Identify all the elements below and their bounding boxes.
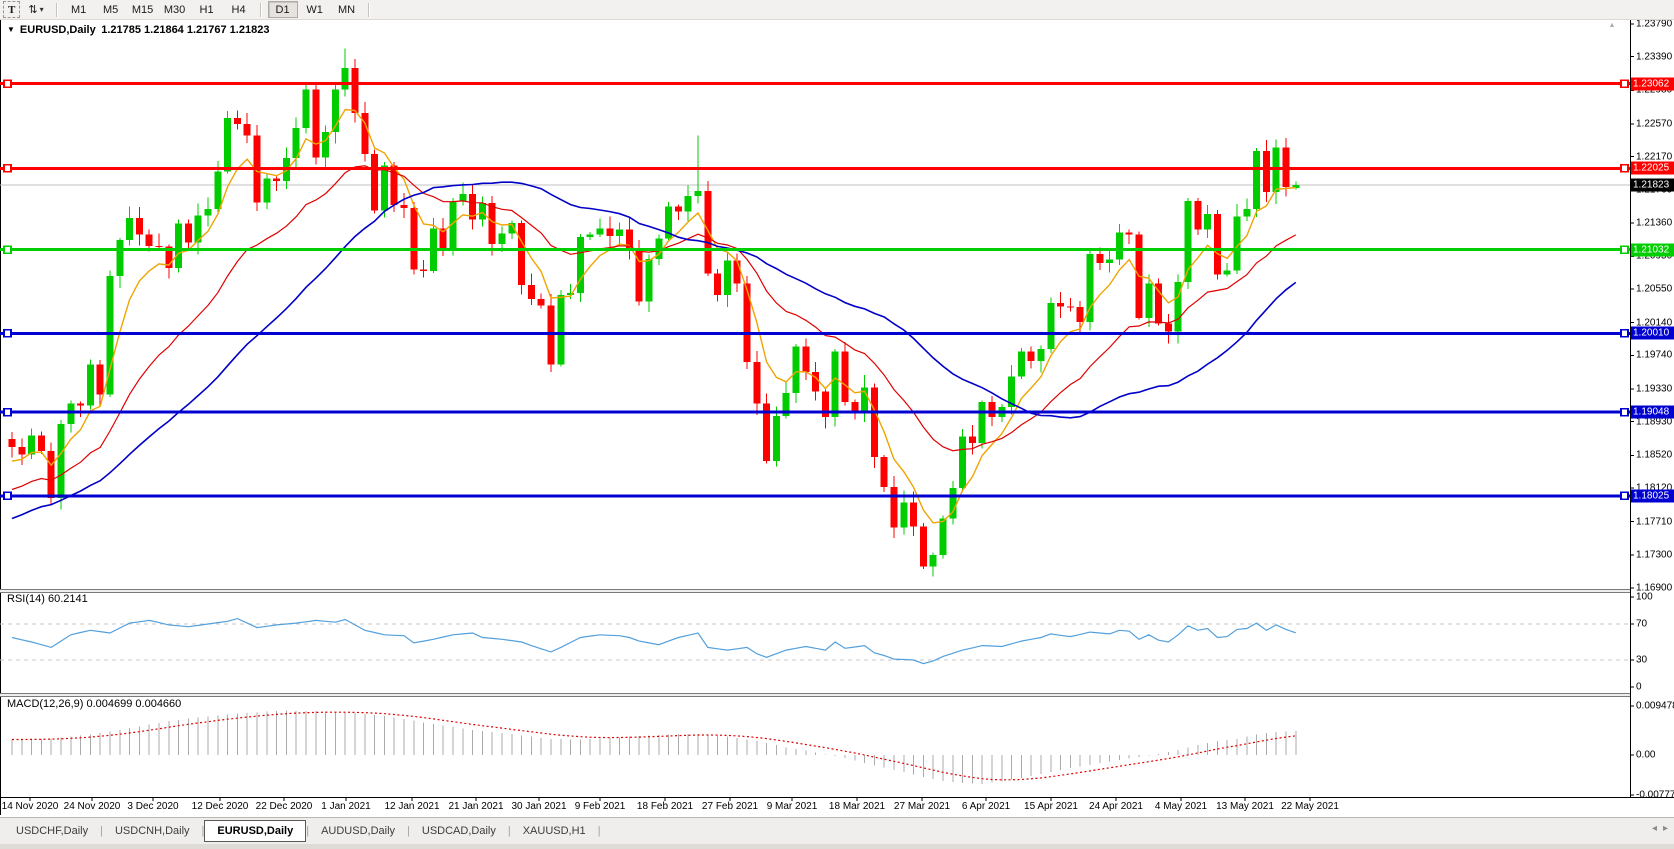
- symbol-ohlc-text: EURUSD,Daily 1.21785 1.21864 1.21767 1.2…: [20, 24, 270, 36]
- date-tick-label: 18 Feb 2021: [637, 801, 693, 812]
- hline-price-label: 1.22025: [1631, 162, 1674, 175]
- rsi-tick-label: 30: [1636, 655, 1647, 666]
- date-tick-label: 9 Feb 2021: [575, 801, 626, 812]
- hline-price-label: 1.23062: [1631, 77, 1674, 90]
- timeframe-button-mn[interactable]: MN: [332, 1, 362, 18]
- current-price-label: 1.21823: [1631, 179, 1674, 192]
- hline-price-label: 1.20010: [1631, 327, 1674, 340]
- macd-tick-label: 0.009478: [1636, 701, 1674, 712]
- date-tick-label: 22 May 2021: [1281, 801, 1339, 812]
- toolbar-separator: [56, 3, 58, 17]
- macd-label: MACD(12,26,9) 0.004699 0.004660: [7, 698, 181, 710]
- horizontal-line-handle: [4, 80, 11, 87]
- horizontal-line-handle: [1621, 330, 1628, 337]
- tab-scroll-left-icon[interactable]: ◂: [1652, 823, 1657, 834]
- date-tick-label: 12 Dec 2020: [192, 801, 249, 812]
- top-toolbar: T ⇅ ▾ M1M5M15M30H1H4 D1W1MN: [0, 0, 1674, 20]
- date-tick-label: 4 May 2021: [1155, 801, 1207, 812]
- date-tick-label: 12 Jan 2021: [384, 801, 439, 812]
- price-tick-label: 1.20550: [1636, 284, 1672, 295]
- date-tick-label: 27 Feb 2021: [702, 801, 758, 812]
- date-tick-label: 21 Jan 2021: [448, 801, 503, 812]
- date-tick-label: 22 Dec 2020: [256, 801, 313, 812]
- chart-title: ▼ EURUSD,Daily 1.21785 1.21864 1.21767 1.…: [7, 24, 269, 36]
- timeframe-button-w1[interactable]: W1: [300, 1, 330, 18]
- mt4-terminal: T ⇅ ▾ M1M5M15M30H1H4 D1W1MN ▼ EURUSD,Daily…: [0, 0, 1674, 849]
- timeframe-toolbar: M1M5M15M30H1H4 D1W1MN: [63, 1, 375, 18]
- horizontal-line-handle: [1621, 492, 1628, 499]
- price-tick-label: 1.17710: [1636, 516, 1672, 527]
- date-tick-label: 24 Apr 2021: [1089, 801, 1143, 812]
- date-tick-label: 6 Apr 2021: [962, 801, 1010, 812]
- price-tick-label: 1.23790: [1636, 19, 1672, 30]
- horizontal-line-handle: [4, 165, 11, 172]
- timeframe-button-d1[interactable]: D1: [268, 1, 298, 18]
- timeframe-button-m30[interactable]: M30: [160, 1, 190, 18]
- scroll-up-icon[interactable]: ▴: [1610, 20, 1614, 29]
- horizontal-line-handle: [1621, 246, 1628, 253]
- toolbar-separator: [368, 3, 370, 17]
- chart-tab-usdcad[interactable]: USDCAD,Daily: [410, 821, 508, 841]
- tab-scroll-right-icon[interactable]: ▸: [1663, 823, 1668, 834]
- date-tick-label: 3 Dec 2020: [127, 801, 178, 812]
- horizontal-line-handle: [1621, 409, 1628, 416]
- date-tick-label: 30 Jan 2021: [511, 801, 566, 812]
- price-tick-label: 1.21360: [1636, 217, 1672, 228]
- horizontal-line-handle: [4, 409, 11, 416]
- date-tick-label: 1 Jan 2021: [321, 801, 371, 812]
- date-tick-label: 14 Nov 2020: [2, 801, 59, 812]
- timeframe-button-m5[interactable]: M5: [96, 1, 126, 18]
- timeframe-button-h1[interactable]: H1: [192, 1, 222, 18]
- price-tick-label: 1.23390: [1636, 51, 1672, 62]
- rsi-label: RSI(14) 60.2141: [7, 593, 88, 605]
- chevron-down-icon: ▾: [40, 5, 44, 14]
- horizontal-line-handle: [4, 492, 11, 499]
- horizontal-line-handle: [4, 246, 11, 253]
- chart-tab-usdchf[interactable]: USDCHF,Daily: [4, 821, 100, 841]
- hline-price-label: 1.19048: [1631, 406, 1674, 419]
- text-tool-button[interactable]: T: [3, 1, 20, 18]
- macd-tick-label: -0.007778: [1636, 790, 1674, 801]
- hline-price-label: 1.21032: [1631, 243, 1674, 256]
- cursor-mode-button[interactable]: ⇅ ▾: [22, 1, 49, 18]
- chart-tab-eurusd[interactable]: EURUSD,Daily: [204, 820, 306, 842]
- chart-tab-bar: USDCHF,Daily|USDCNH,Daily|EURUSD,Daily|A…: [0, 817, 1674, 844]
- timeframe-button-m15[interactable]: M15: [128, 1, 158, 18]
- price-tick-label: 1.18520: [1636, 450, 1672, 461]
- date-tick-label: 9 Mar 2021: [767, 801, 818, 812]
- horizontal-line-handle: [1621, 80, 1628, 87]
- tab-separator: |: [598, 825, 601, 837]
- price-tick-label: 1.19330: [1636, 384, 1672, 395]
- chart-tab-audusd[interactable]: AUDUSD,Daily: [309, 821, 407, 841]
- rsi-tick-label: 0: [1636, 682, 1642, 693]
- price-tick-label: 1.17300: [1636, 550, 1672, 561]
- timeframe-button-m1[interactable]: M1: [64, 1, 94, 18]
- price-tick-label: 1.22170: [1636, 151, 1672, 162]
- macd-tick-label: 0.00: [1636, 750, 1655, 761]
- rsi-tick-label: 100: [1636, 592, 1653, 603]
- chart-menu-arrow-icon[interactable]: ▼: [7, 25, 15, 34]
- date-tick-label: 13 May 2021: [1216, 801, 1274, 812]
- date-tick-label: 24 Nov 2020: [64, 801, 121, 812]
- chart-tab-xauusd[interactable]: XAUUSD,H1: [511, 821, 598, 841]
- chart-tab-usdcnh[interactable]: USDCNH,Daily: [103, 821, 202, 841]
- chart-canvas[interactable]: [0, 0, 1674, 849]
- date-tick-label: 15 Apr 2021: [1024, 801, 1078, 812]
- timeframe-button-h4[interactable]: H4: [224, 1, 254, 18]
- horizontal-line-handle: [4, 330, 11, 337]
- toolbar-separator: [260, 3, 262, 17]
- horizontal-line-handle: [1621, 165, 1628, 172]
- updown-arrows-icon: ⇅: [28, 3, 37, 16]
- price-tick-label: 1.22570: [1636, 118, 1672, 129]
- hline-price-label: 1.18025: [1631, 489, 1674, 502]
- price-tick-label: 1.19740: [1636, 350, 1672, 361]
- rsi-tick-label: 70: [1636, 619, 1647, 630]
- date-tick-label: 27 Mar 2021: [894, 801, 950, 812]
- date-tick-label: 18 Mar 2021: [829, 801, 885, 812]
